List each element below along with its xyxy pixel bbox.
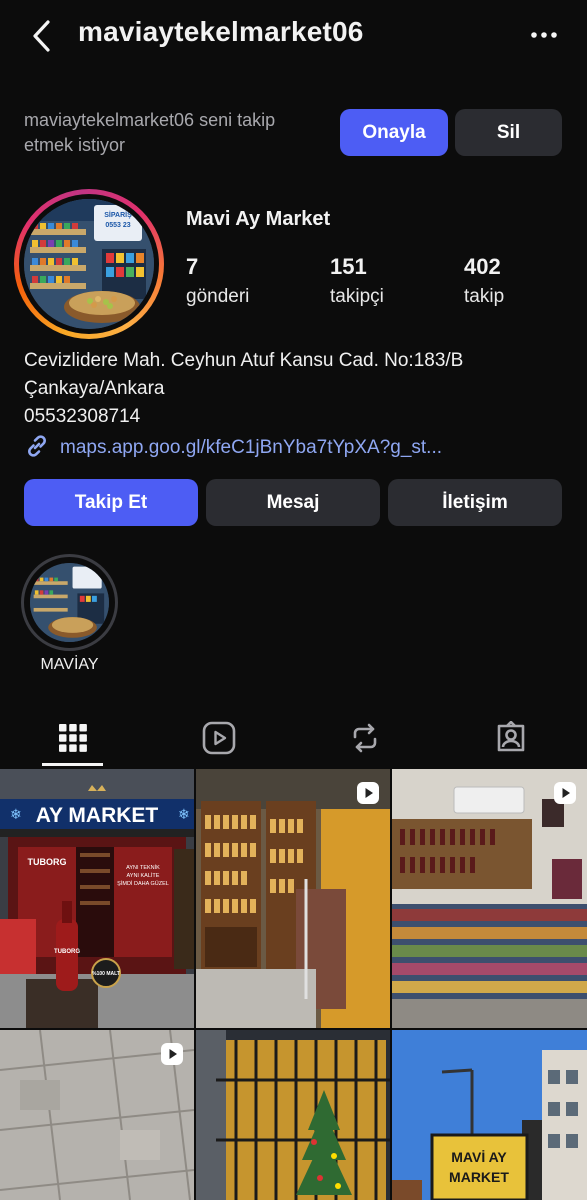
message-button[interactable]: Mesaj <box>206 479 380 526</box>
stat-posts-count: 7 <box>186 254 199 279</box>
post-thumbnail[interactable] <box>196 1030 390 1200</box>
more-horizontal-icon[interactable] <box>529 20 559 50</box>
reel-indicator-icon <box>553 781 577 805</box>
bottle-label-text: TUBORG <box>54 949 80 955</box>
post-thumbnail[interactable] <box>392 769 587 1028</box>
post-thumbnail[interactable] <box>0 1030 194 1200</box>
poster-line-1: AYNI TEKNİK <box>126 864 160 871</box>
svg-text:❄: ❄ <box>178 807 190 823</box>
contact-button[interactable]: İletişim <box>388 479 562 526</box>
stat-following-label: takip <box>464 286 505 307</box>
post-thumbnail[interactable]: MAVİ AY MARKET <box>392 1030 587 1200</box>
top-bar: maviaytekelmarket06 <box>0 0 587 70</box>
svg-text:0553 23: 0553 23 <box>105 222 130 229</box>
repost-icon <box>349 722 381 759</box>
stat-followers-count: 151 <box>330 254 367 279</box>
link-icon <box>24 433 50 464</box>
post-thumbnail[interactable]: AY MARKET ❄ ❄ TUBORG AYNI TEKNİK AYNI KA… <box>0 769 194 1028</box>
stat-posts[interactable]: 7 gönderi <box>186 254 249 308</box>
grid-icon <box>58 723 88 758</box>
profile-tabs <box>0 712 587 768</box>
profile-username-title: maviaytekelmarket06 <box>78 16 364 47</box>
stat-following-count: 402 <box>464 254 501 279</box>
highlight-label: MAVİAY <box>40 656 99 673</box>
post-thumbnail[interactable] <box>196 769 390 1028</box>
sign-line-2: MARKET <box>449 1169 509 1185</box>
reels-icon <box>202 721 236 760</box>
store-sign-text: AY MARKET <box>36 804 159 827</box>
approve-button[interactable]: Onayla <box>340 109 448 156</box>
profile-display-name: Mavi Ay Market <box>186 208 331 230</box>
malt-badge-text: %100 MALT <box>92 971 120 977</box>
tagged-icon <box>494 720 528 760</box>
tab-grid[interactable] <box>0 712 146 768</box>
stat-followers-label: takipçi <box>330 286 384 307</box>
highlight-image <box>30 563 109 642</box>
tab-tagged[interactable] <box>438 712 584 768</box>
stat-followers[interactable]: 151 takipçi <box>330 254 384 308</box>
tab-reels[interactable] <box>146 712 292 768</box>
profile-link[interactable]: maps.app.goo.gl/kfeC1jBnYba7tYpXA?g_st..… <box>24 434 442 462</box>
bio-phone-line: 05532308714 <box>24 406 141 427</box>
poster-brand-text: TUBORG <box>28 857 67 867</box>
reel-indicator-icon <box>160 1042 184 1066</box>
poster-line-3: ŞİMDİ DAHA GÜZEL <box>117 880 169 887</box>
profile-avatar[interactable]: SİPARİŞ 0553 23 <box>14 189 164 339</box>
follow-request-text: maviaytekelmarket06 seni takip etmek ist… <box>24 110 276 155</box>
delete-request-button[interactable]: Sil <box>455 109 562 156</box>
stat-posts-label: gönderi <box>186 286 250 307</box>
poster-line-2: AYNI KALİTE <box>127 872 160 879</box>
reel-indicator-icon <box>356 781 380 805</box>
posts-grid: AY MARKET ❄ ❄ TUBORG AYNI TEKNİK AYNI KA… <box>0 769 587 1200</box>
active-tab-indicator <box>42 763 103 766</box>
link-url[interactable]: maps.app.goo.gl/kfeC1jBnYba7tYpXA?g_st..… <box>60 437 442 459</box>
tab-reposts[interactable] <box>292 712 438 768</box>
profile-bio: Cevizlidere Mah. Ceyhun Atuf Kansu Cad. … <box>24 347 463 431</box>
bio-city-line: Çankaya/Ankara <box>24 378 165 399</box>
svg-text:❄: ❄ <box>10 807 22 823</box>
stat-following[interactable]: 402 takip <box>464 254 504 308</box>
chevron-left-icon[interactable] <box>28 18 58 54</box>
svg-text:SİPARİŞ: SİPARİŞ <box>104 211 132 219</box>
bio-address-line: Cevizlidere Mah. Ceyhun Atuf Kansu Cad. … <box>24 350 464 371</box>
sign-line-1: MAVİ AY <box>451 1149 507 1165</box>
follow-button[interactable]: Takip Et <box>24 479 198 526</box>
avatar-image: SİPARİŞ 0553 23 <box>24 199 154 329</box>
story-highlight[interactable] <box>21 554 118 651</box>
